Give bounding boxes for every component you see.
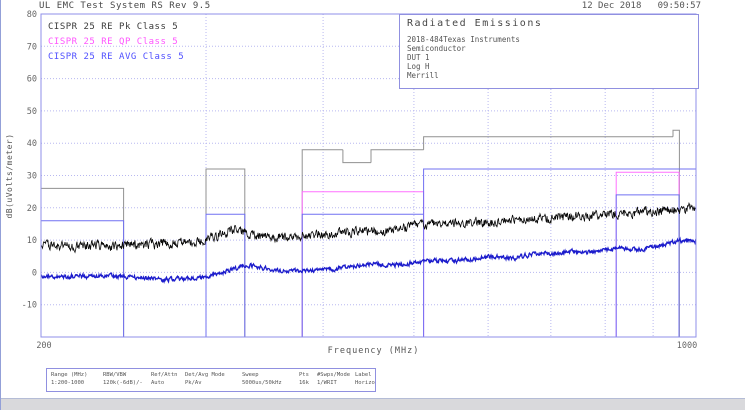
settings-header: Sweep [242,372,259,378]
settings-value: 120k(-6dB)/- [103,380,143,386]
legend-item-0: CISPR 25 RE Pk Class 5 [48,22,179,32]
settings-header: Pts [299,372,309,378]
test-info-line: 2018-484Texas Instruments [407,35,520,44]
y-tick-label: 50 [27,107,37,117]
settings-column: Sweep 5000us/50kHz [238,369,295,391]
trace-pk [41,202,696,254]
limit-legend: CISPR 25 RE Pk Class 5 CISPR 25 RE QP Cla… [48,20,184,65]
settings-header: RBW/VBW [103,372,127,378]
settings-column: Range (MHz) 1:200-1000 [47,369,99,391]
settings-header: Label [355,372,372,378]
window-bottom-edge [1,398,745,410]
settings-column: #Swps/Mode 1/WRIT [313,369,351,391]
test-info-line: Log H [407,62,430,71]
settings-value: 16k [299,380,309,386]
app-window: 80 70 60 50 40 30 20 10 0 -10 200 1000 UL EMC Test … [0,0,745,410]
test-info-line: Semiconductor [407,44,466,53]
y-tick-label: 10 [27,236,37,246]
limit-line-2 [41,168,696,337]
test-info-box: Radiated Emissions 2018-484Texas Instrum… [399,14,699,89]
test-info-line: Merrill [407,71,439,80]
settings-value: Auto [151,380,165,386]
settings-value: 1:200-1000 [51,380,85,386]
y-tick-label: -10 [22,301,37,311]
y-tick-label: 60 [27,75,37,85]
settings-column: Label Horizontal [351,369,375,391]
datetime-stamp: 12 Dec 2018 09:50:57 [581,1,701,11]
settings-column: Ref/Attn Auto [147,369,181,391]
settings-column: Pts 16k [295,369,313,391]
settings-header: Ref/Attn [151,372,178,378]
legend-item-2: CISPR 25 RE AVG Class 5 [48,52,185,62]
limit-line-0 [41,129,680,337]
app-title: UL EMC Test System RS Rev 9.5 [39,1,211,11]
y-tick-label: 70 [27,42,37,52]
settings-column: RBW/VBW 120k(-6dB)/- [99,369,147,391]
settings-header: #Swps/Mode [317,372,351,378]
y-tick-label: 20 [27,204,37,214]
test-info-line: DUT 1 [407,53,430,62]
test-info-lines: 2018-484Texas Instruments Semiconductor DU… [407,35,698,80]
settings-value: Horizontal [355,380,375,386]
y-tick-label: 30 [27,172,37,182]
settings-header: Range (MHz) [51,372,88,378]
y-tick-label: 80 [27,10,37,20]
x-tick-label-min: 200 [36,341,51,351]
settings-value: 5000us/50kHz [242,380,282,386]
legend-item-1: CISPR 25 RE QP Class 5 [48,37,179,47]
settings-value: Pk/Av [185,380,202,386]
settings-column: Det/Avg Mode Pk/Av [181,369,238,391]
test-title: Radiated Emissions [407,18,543,29]
x-tick-label-max: 1000 [677,341,697,351]
settings-table: Range (MHz) 1:200-1000 RBW/VBW 120k(-6dB)/-… [46,368,376,392]
settings-value: 1/WRIT [317,380,337,386]
y-tick-label: 0 [32,268,37,278]
settings-header: Det/Avg Mode [185,372,225,378]
x-axis-title: Frequency (MHz) [327,346,420,356]
y-tick-label: 40 [27,139,37,149]
y-axis-title: dB(uVolts/meter) [5,133,14,219]
